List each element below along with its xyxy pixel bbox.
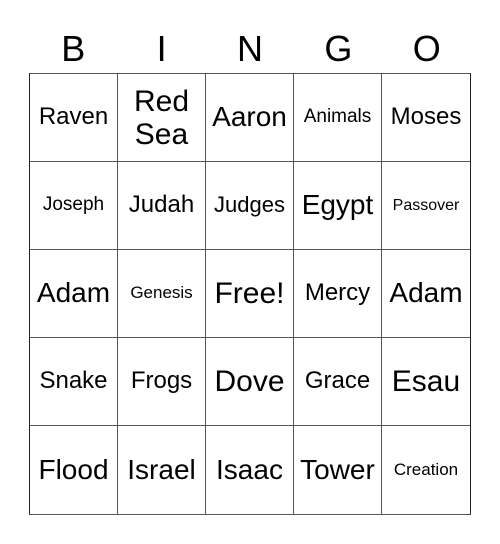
bingo-cell[interactable]: Frogs	[118, 338, 206, 426]
bingo-cell[interactable]: Judges	[206, 162, 294, 250]
bingo-cell[interactable]: Animals	[294, 74, 382, 162]
bingo-cell[interactable]: Egypt	[294, 162, 382, 250]
bingo-cell[interactable]: Israel	[118, 426, 206, 514]
bingo-cell[interactable]: Snake	[30, 338, 118, 426]
bingo-cell[interactable]: Genesis	[118, 250, 206, 338]
bingo-cell[interactable]: Flood	[30, 426, 118, 514]
bingo-board: Raven Red Sea Aaron Animals Moses Joseph…	[29, 73, 471, 515]
bingo-cell[interactable]: Grace	[294, 338, 382, 426]
bingo-cell[interactable]: Passover	[382, 162, 470, 250]
header-letter-i: I	[156, 28, 167, 69]
bingo-cell[interactable]: Adam	[382, 250, 470, 338]
free-space-cell[interactable]: Free!	[206, 250, 294, 338]
bingo-cell[interactable]: Aaron	[206, 74, 294, 162]
header-letter-b: B	[61, 28, 86, 69]
bingo-cell[interactable]: Moses	[382, 74, 470, 162]
bingo-cell[interactable]: Isaac	[206, 426, 294, 514]
header-letter-o: O	[412, 28, 441, 69]
bingo-cell[interactable]: Raven	[30, 74, 118, 162]
bingo-cell[interactable]: Tower	[294, 426, 382, 514]
bingo-cell[interactable]: Creation	[382, 426, 470, 514]
bingo-header: B I N G O	[29, 26, 471, 72]
header-letter-n: N	[236, 28, 263, 69]
bingo-cell[interactable]: Adam	[30, 250, 118, 338]
bingo-cell[interactable]: Judah	[118, 162, 206, 250]
bingo-cell[interactable]: Esau	[382, 338, 470, 426]
bingo-cell[interactable]: Dove	[206, 338, 294, 426]
header-letter-g: G	[324, 28, 353, 69]
bingo-cell[interactable]: Joseph	[30, 162, 118, 250]
bingo-cell[interactable]: Red Sea	[118, 74, 206, 162]
bingo-cell[interactable]: Mercy	[294, 250, 382, 338]
